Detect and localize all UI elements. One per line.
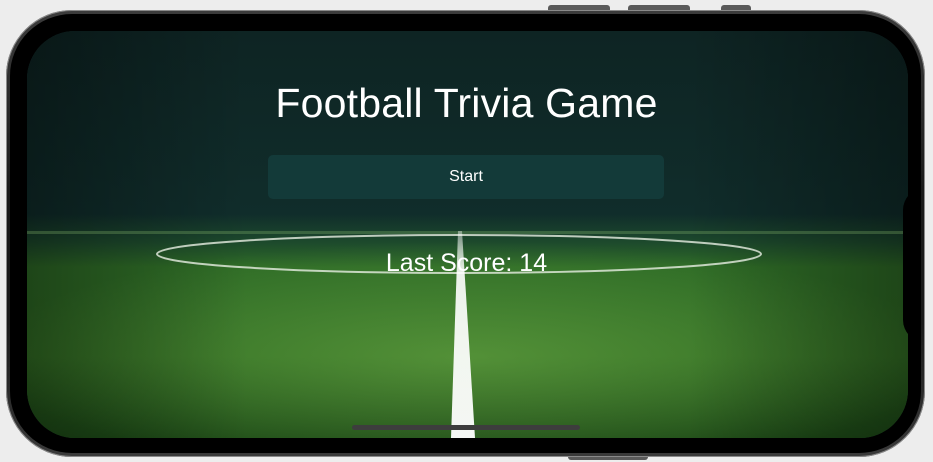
start-button[interactable]: Start (268, 155, 664, 199)
last-score-label: Last Score: 14 (385, 249, 548, 277)
home-indicator[interactable] (352, 425, 580, 430)
device-screenshot: Football Trivia Game Start Last Score: 1… (0, 0, 933, 462)
page-title: Football Trivia Game (275, 80, 658, 126)
